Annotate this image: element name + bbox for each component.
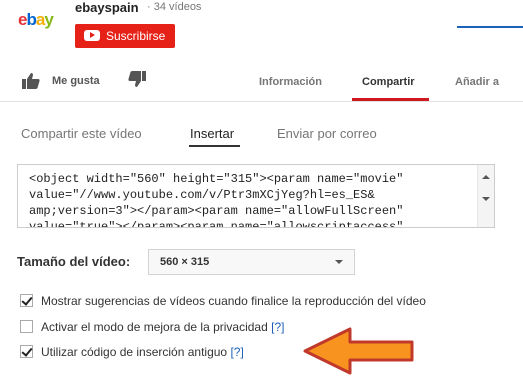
code-scrollbar[interactable] [477,165,494,227]
orange-arrow-annotation [303,327,414,375]
option-label-text: Activar el modo de mejora de la privacid… [41,320,268,334]
scroll-up-icon[interactable] [482,175,490,179]
help-link[interactable]: [?] [230,345,243,359]
video-size-value: 560 × 315 [160,256,210,268]
tab-compartir[interactable]: Compartir [362,76,415,88]
separator: · [147,1,151,13]
ebay-logo-y: y [44,10,54,29]
subtab-compartir-video[interactable]: Compartir este vídeo [21,126,142,141]
checkbox-privacy-mode[interactable] [20,320,33,333]
thumbs-up-icon[interactable] [22,73,40,89]
thumbs-down-icon[interactable] [128,71,146,87]
subtab-enviar-correo[interactable]: Enviar por correo [277,126,377,141]
subscribe-label: Suscribirse [106,29,166,43]
option-label: Mostrar sugerencias de vídeos cuando fin… [41,294,426,308]
divider [0,101,523,102]
video-size-select[interactable]: 560 × 315 [148,249,355,275]
checkbox-old-embed[interactable] [20,345,33,358]
chevron-down-icon [335,260,343,264]
size-label: Tamaño del vídeo: [17,254,131,269]
tab-informacion[interactable]: Información [259,76,322,88]
checkbox-show-suggestions[interactable] [20,294,33,307]
ebay-logo-b: b [26,10,36,29]
option-label: Activar el modo de mejora de la privacid… [41,320,284,334]
channel-name[interactable]: ebayspain [75,0,139,15]
subtab-insertar[interactable]: Insertar [190,126,234,141]
embed-code-box[interactable]: <object width="560" height="315"><param … [17,164,495,228]
embed-code-text[interactable]: <object width="560" height="315"><param … [29,171,469,227]
like-label[interactable]: Me gusta [52,75,100,87]
option-label: Utilizar código de inserción antiguo [?] [41,345,244,359]
active-subtab-indicator [189,145,240,147]
header-accent-line [457,26,523,28]
tab-anadir[interactable]: Añadir a [455,76,499,88]
help-link[interactable]: [?] [271,320,284,334]
youtube-play-icon [84,30,100,41]
scroll-down-icon[interactable] [482,197,490,201]
option-label-text: Utilizar código de inserción antiguo [41,345,228,359]
video-count: · 34 vídeos [147,1,201,13]
subscribe-button[interactable]: Suscribirse [75,24,175,48]
ebay-logo: ebay [18,10,64,36]
video-count-text: 34 vídeos [153,1,202,13]
